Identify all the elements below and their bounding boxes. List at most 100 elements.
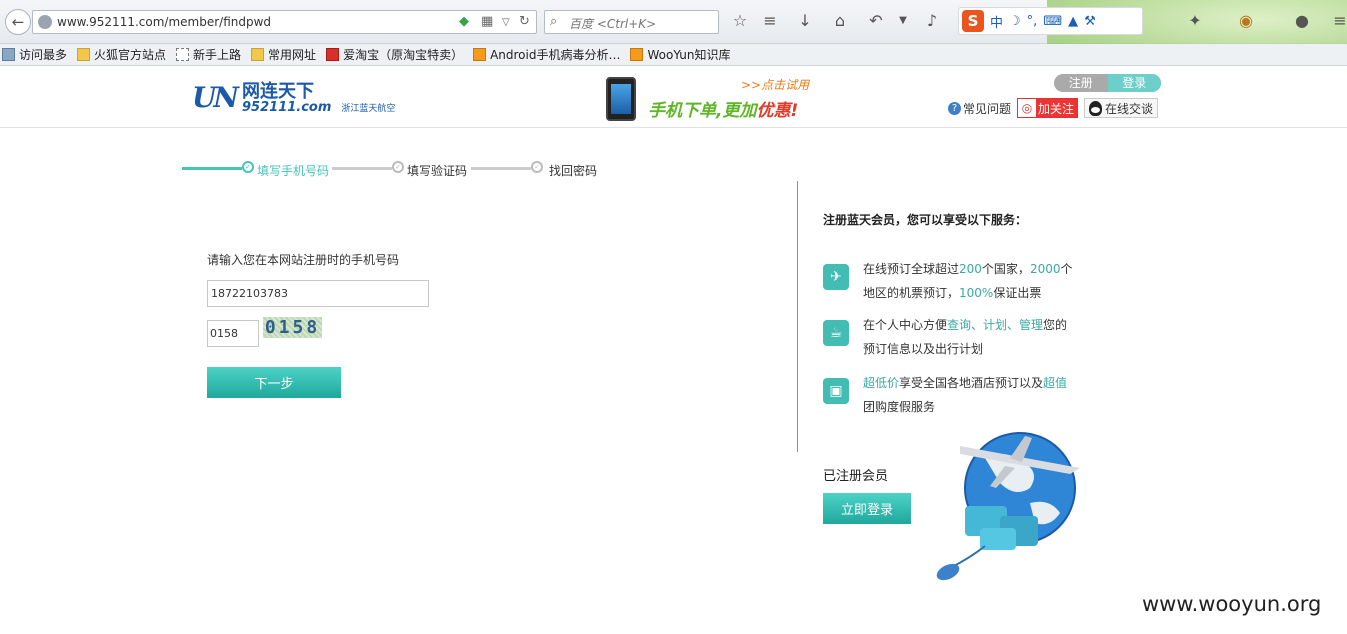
logo-cn: 网连天下 [242, 81, 315, 102]
reload-icon[interactable]: ↻ [519, 14, 530, 29]
home-icon[interactable]: ⌂ [830, 11, 850, 30]
sogou-mode-label[interactable]: 中 [990, 12, 1003, 31]
globe-airplane-illustration [936, 432, 1080, 581]
check-icon: ✓ [531, 161, 543, 173]
benefit-highlight: 2000 [1029, 262, 1061, 276]
gear-icon [2, 48, 15, 61]
next-step-button[interactable]: 下一步 [207, 367, 341, 398]
site-header: UN 网连天下 952111.com 浙江蓝天航空 >>点击试用 手机下单,更加优… [0, 67, 1347, 128]
step-1-label: 填写手机号码 [257, 164, 330, 178]
address-bar[interactable]: www.952111.com/member/findpwd ◆ ▦ ▽ ↻ [32, 10, 537, 34]
speaker-icon[interactable]: ♪ [922, 11, 942, 30]
bookmark-label: Android手机病毒分析… [490, 48, 621, 62]
menu-icon[interactable]: ≡ [1330, 11, 1347, 30]
phone-prompt: 请输入您在本网站注册时的手机号码 [207, 253, 400, 267]
bookmark-item[interactable]: 火狐官方站点 [77, 46, 166, 63]
benefit-highlight: 200 [959, 262, 982, 276]
qq-chat-button[interactable]: 在线交谈 [1084, 98, 1159, 118]
undo-dropdown-icon[interactable]: ▼ [893, 15, 913, 26]
benefit-text-part: 在个人中心方便 [863, 318, 948, 332]
logo-num: 952111.com [242, 100, 332, 115]
banner-try-link[interactable]: >>点击试用 [741, 76, 809, 93]
vertical-divider [797, 181, 798, 452]
undo-icon[interactable]: ↶ [866, 11, 886, 30]
step-2-label: 填写验证码 [407, 164, 468, 178]
bookmark-label: 新手上路 [193, 48, 242, 62]
step-3-label: 找回密码 [549, 164, 598, 178]
search-bar[interactable]: ⌕ 百度 <Ctrl+K> [544, 10, 719, 34]
logo-sub: 浙江蓝天航空 [341, 104, 396, 114]
phone-number-input[interactable] [207, 280, 429, 307]
weibo-label: 加关注 [1038, 101, 1075, 116]
benefit-text: 在个人中心方便查询、计划、管理您的预订信息以及出行计划 [863, 313, 1078, 361]
skin-icon[interactable]: ▲ [1068, 14, 1078, 29]
bookmark-item[interactable]: WooYun知识库 [630, 46, 731, 63]
registered-member-title: 已注册会员 [823, 469, 889, 484]
faq-label: 常见问题 [963, 101, 1012, 116]
benefit-text-part: 在线预订全球超过 [863, 262, 960, 276]
coffee-cup-icon: ☕ [823, 320, 849, 346]
register-link[interactable]: 注册 [1054, 74, 1108, 92]
qq-penguin-icon [1089, 100, 1103, 116]
smartphone-icon [606, 77, 636, 121]
qq-label: 在线交谈 [1105, 101, 1154, 116]
folder-icon [251, 48, 265, 61]
taobao-icon [326, 48, 340, 61]
dropdown-arrow-icon[interactable]: ▽ [502, 17, 510, 28]
sogou-logo-icon: S [962, 10, 984, 32]
download-icon[interactable]: ↓ [795, 11, 815, 30]
site-logo[interactable]: UN 网连天下 952111.com 浙江蓝天航空 [192, 81, 395, 114]
punctuation-icon[interactable]: °, [1027, 14, 1038, 29]
logo-mark: UN [192, 81, 239, 114]
search-icon: ⌕ [550, 14, 558, 29]
logo-text: 网连天下 952111.com 浙江蓝天航空 [242, 81, 396, 115]
bookmark-label: 访问最多 [19, 48, 68, 62]
weibo-icon: ◎ [1018, 99, 1037, 117]
bookmark-item[interactable]: 爱淘宝（原淘宝特卖） [326, 46, 463, 63]
reading-list-icon[interactable]: ≡ [760, 11, 780, 30]
bookmark-label: WooYun知识库 [647, 48, 731, 62]
bookmark-item[interactable]: 新手上路 [176, 46, 241, 63]
url-text[interactable]: www.952111.com/member/findpwd [57, 15, 271, 29]
keyboard-icon[interactable]: ⌨ [1043, 14, 1062, 29]
monkey-icon[interactable]: ◉ [1236, 11, 1256, 30]
bookmark-star-icon[interactable]: ☆ [730, 11, 750, 30]
benefit-text-part: 个国家， [981, 262, 1030, 276]
bookmark-item[interactable]: Android手机病毒分析… [473, 46, 620, 63]
banner-slogan-a: 手机下单,更加 [648, 101, 757, 121]
benefit-highlight: 查询、计划、管理 [947, 318, 1044, 332]
weibo-follow-button[interactable]: ◎ 加关注 [1017, 98, 1079, 118]
benefit-text: 超低价享受全国各地酒店预订以及超值团购度假服务 [863, 371, 1078, 419]
benefit-highlight: 超低价 [863, 376, 900, 390]
login-now-button[interactable]: 立即登录 [823, 493, 911, 524]
register-login-toggle: 注册 登录 [1054, 74, 1161, 92]
shield-icon[interactable]: ◆ [459, 14, 469, 29]
mobile-promo-banner[interactable]: >>点击试用 手机下单,更加优惠! [586, 74, 821, 124]
check-icon: ✓ [392, 161, 404, 173]
bookmark-item[interactable]: 常用网址 [251, 46, 316, 63]
browser-toolbar: ← www.952111.com/member/findpwd ◆ ▦ ▽ ↻ … [0, 0, 1347, 66]
watermark: www.wooyun.org [1142, 592, 1322, 616]
folder-icon [77, 48, 91, 61]
search-placeholder: 百度 <Ctrl+K> [569, 17, 657, 31]
bookmark-item[interactable]: 访问最多 [2, 46, 67, 63]
bookmarks-bar: 访问最多 火狐官方站点 新手上路 常用网址 爱淘宝（原淘宝特卖） Android… [0, 44, 1347, 66]
back-button[interactable]: ← [5, 9, 31, 35]
captcha-input[interactable] [207, 320, 259, 347]
sogou-input-toolbar[interactable]: S 中 ☽ °, ⌨ ▲ ⚒ [958, 7, 1143, 35]
chat-icon[interactable]: ● [1292, 11, 1312, 30]
wrench-icon[interactable]: ⚒ [1084, 14, 1096, 29]
qr-code-icon[interactable]: ▦ [481, 14, 493, 29]
step-line [332, 167, 392, 170]
progress-steps: ✓ 填写手机号码 ✓ 填写验证码 ✓ 找回密码 [182, 160, 622, 180]
moon-icon[interactable]: ☽ [1009, 14, 1021, 29]
login-link[interactable]: 登录 [1107, 74, 1161, 92]
faq-link[interactable]: ? 常见问题 [948, 100, 1011, 117]
captcha-image[interactable]: 0158 [263, 317, 322, 338]
rss-icon [630, 48, 644, 61]
banner-slogan-b: 优惠! [756, 101, 799, 121]
benefit-text-part: 团购度假服务 [863, 400, 936, 414]
benefit-text-part: 保证出票 [993, 286, 1042, 300]
extension-icon[interactable]: ✦ [1185, 11, 1205, 30]
rss-icon [473, 48, 487, 61]
